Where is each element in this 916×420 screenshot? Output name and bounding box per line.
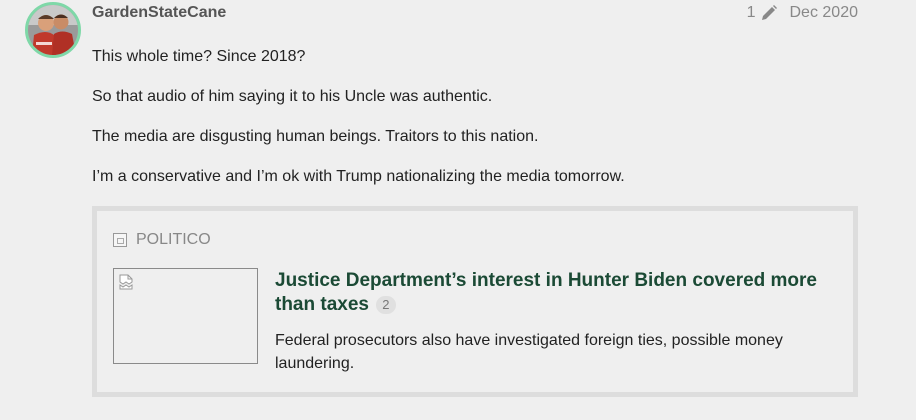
article-thumbnail[interactable]	[113, 268, 258, 364]
article-description: Federal prosecutors also have investigat…	[275, 332, 783, 372]
onebox-source[interactable]: POLITICO	[113, 231, 211, 249]
post-date[interactable]: Dec 2020	[790, 4, 859, 22]
link-preview-card[interactable]: POLITICO Justice Department’s interest i…	[92, 206, 858, 397]
post-paragraph: I’m a conservative and I’m ok with Trump…	[92, 168, 625, 185]
favicon-icon	[113, 233, 127, 247]
broken-image-icon	[119, 274, 133, 290]
post-paragraph: This whole time? Since 2018?	[92, 48, 306, 65]
click-count-badge: 2	[376, 295, 396, 314]
username[interactable]: GardenStateCane	[92, 4, 226, 22]
article-title-link[interactable]: Justice Department’s interest in Hunter …	[275, 269, 835, 317]
post-paragraph: The media are disgusting human beings. T…	[92, 128, 539, 145]
user-avatar[interactable]	[25, 2, 81, 58]
avatar-image	[28, 5, 78, 55]
post-paragraph: So that audio of him saying it to his Un…	[92, 88, 493, 105]
source-name: POLITICO	[136, 231, 211, 248]
article-title-text[interactable]: Justice Department’s interest in Hunter …	[275, 270, 817, 315]
post-meta: 1 Dec 2020	[747, 4, 858, 22]
edit-count[interactable]: 1	[747, 4, 756, 22]
pencil-icon[interactable]	[760, 4, 778, 22]
post-body: This whole time? Since 2018? So that aud…	[92, 47, 862, 207]
